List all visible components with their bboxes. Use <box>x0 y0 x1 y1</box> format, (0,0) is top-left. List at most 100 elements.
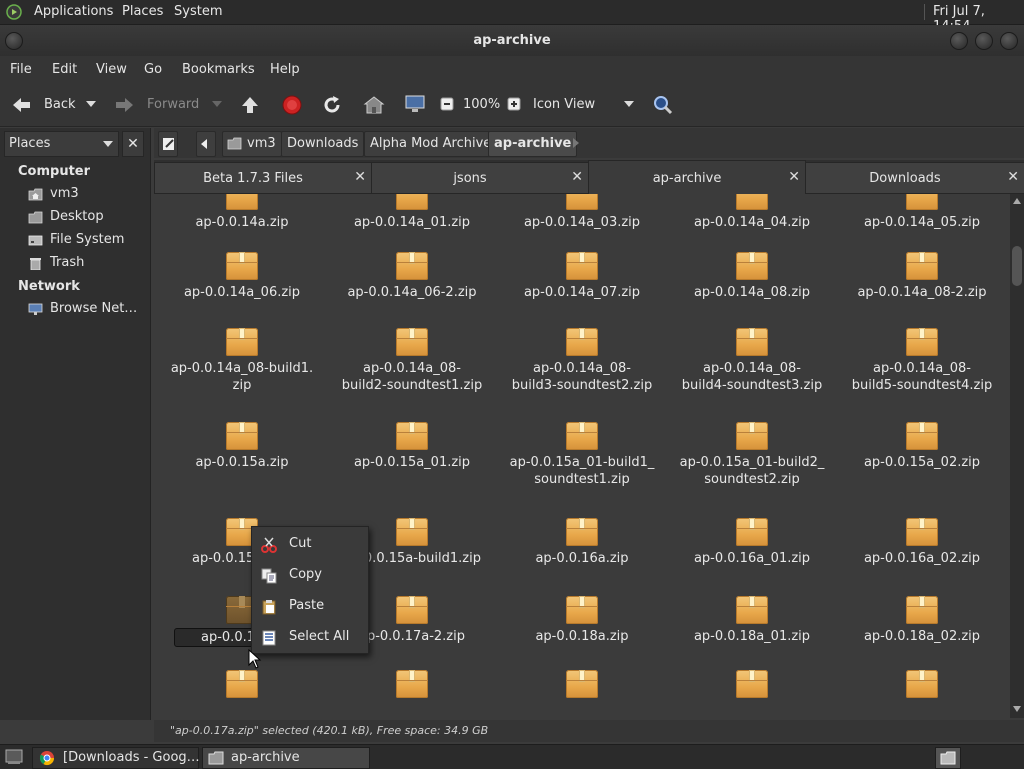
reload-icon[interactable] <box>322 95 342 115</box>
file-item[interactable]: ap-0.0.14a_03.zip <box>497 194 667 231</box>
file-item[interactable]: ap-0.0.14a_06-2.zip <box>327 248 497 301</box>
zoom-in-icon[interactable] <box>507 97 521 111</box>
package-icon <box>226 252 258 280</box>
toolbar: Back Forward 100% Icon View <box>0 84 1024 127</box>
breadcrumb-item-alpha-mod-archive[interactable]: Alpha Mod Archive <box>364 131 498 157</box>
file-item-partial[interactable] <box>497 666 667 698</box>
file-item[interactable]: ap-0.0.14a_08- build2-soundtest1.zip <box>327 324 497 394</box>
taskbar-item-ap-archive[interactable]: ap-archive <box>202 747 370 769</box>
file-item[interactable]: ap-0.0.14a_04.zip <box>667 194 837 231</box>
file-item[interactable]: ap-0.0.14a_08-build1. zip <box>157 324 327 394</box>
forward-history-dropdown-icon[interactable] <box>212 101 222 109</box>
package-icon <box>736 596 768 624</box>
forward-button[interactable]: Forward <box>112 92 224 118</box>
menu-bookmarks[interactable]: Bookmarks <box>182 62 255 77</box>
file-name: ap-0.0.16a.zip <box>535 551 629 566</box>
tab-downloads[interactable]: Downloads ✕ <box>805 162 1024 194</box>
file-item[interactable]: ap-0.0.14a.zip <box>157 194 327 231</box>
file-item[interactable]: ap-0.0.14a_06.zip <box>157 248 327 301</box>
network-icon <box>28 303 43 315</box>
file-item[interactable]: ap-0.0.14a_08.zip <box>667 248 837 301</box>
system-menu[interactable]: System <box>174 4 222 19</box>
file-item[interactable]: ap-0.0.16a.zip <box>497 514 667 567</box>
file-item[interactable]: ap-0.0.18a_01.zip <box>667 592 837 645</box>
file-item[interactable]: ap-0.0.15a_01-build1_ soundtest1.zip <box>497 418 667 488</box>
menu-item-cut[interactable]: Cut <box>252 530 368 558</box>
breadcrumb-item-vm3[interactable]: vm3 <box>222 131 282 157</box>
up-arrow-icon[interactable] <box>240 95 260 115</box>
maximize-button[interactable] <box>975 32 993 50</box>
taskbar-item-chrome[interactable]: [Downloads - Goog… <box>32 747 200 769</box>
applications-menu[interactable]: Applications <box>34 4 113 19</box>
file-item[interactable]: ap-0.0.18a_02.zip <box>837 592 1007 645</box>
scroll-up-icon[interactable] <box>1013 198 1021 204</box>
zoom-out-icon[interactable] <box>440 97 454 111</box>
edit-location-button[interactable] <box>158 131 178 157</box>
workspace-switcher[interactable] <box>935 747 961 769</box>
file-item[interactable]: ap-0.0.14a_08- build4-soundtest3.zip <box>667 324 837 394</box>
file-item[interactable]: ap-0.0.14a_07.zip <box>497 248 667 301</box>
back-history-dropdown-icon[interactable] <box>86 101 96 109</box>
menu-file[interactable]: File <box>10 62 32 77</box>
menu-item-select-all[interactable]: Select All <box>252 623 368 651</box>
taskbar-item-label: [Downloads - Goog… <box>63 750 200 765</box>
gnome-foot-icon[interactable] <box>6 4 22 20</box>
home-icon[interactable] <box>363 95 385 115</box>
zoom-level[interactable]: 100% <box>463 97 500 112</box>
file-item[interactable]: ap-0.0.15a.zip <box>157 418 327 471</box>
file-item[interactable]: ap-0.0.14a_05.zip <box>837 194 1007 231</box>
close-window-button[interactable] <box>1000 32 1018 50</box>
stop-icon[interactable] <box>282 95 302 115</box>
file-item[interactable]: ap-0.0.14a_08- build3-soundtest2.zip <box>497 324 667 394</box>
close-tab-icon[interactable]: ✕ <box>354 169 366 185</box>
chevron-left-icon <box>201 139 207 149</box>
window-titlebar[interactable]: ap-archive <box>0 25 1024 56</box>
chevron-right-icon[interactable] <box>572 138 580 148</box>
breadcrumb-item-ap-archive[interactable]: ap-archive <box>488 131 578 157</box>
file-item[interactable]: ap-0.0.16a_01.zip <box>667 514 837 567</box>
close-side-pane-button[interactable]: ✕ <box>122 131 144 157</box>
menu-edit[interactable]: Edit <box>52 62 77 77</box>
file-item[interactable]: ap-0.0.15a_01-build2_ soundtest2.zip <box>667 418 837 488</box>
package-icon <box>396 596 428 624</box>
vertical-scrollbar[interactable] <box>1010 194 1024 718</box>
computer-icon[interactable] <box>404 94 426 114</box>
menu-help[interactable]: Help <box>270 62 300 77</box>
side-pane-selector[interactable]: Places <box>4 131 119 157</box>
file-item-partial[interactable] <box>837 666 1007 698</box>
breadcrumb-item-downloads[interactable]: Downloads <box>281 131 365 157</box>
view-mode-select[interactable]: Icon View <box>528 92 638 118</box>
file-item[interactable]: ap-0.0.15a_01.zip <box>327 418 497 471</box>
scroll-down-icon[interactable] <box>1013 706 1021 712</box>
tab-beta-173-files[interactable]: Beta 1.7.3 Files ✕ <box>154 162 372 194</box>
close-tab-icon[interactable]: ✕ <box>1007 169 1019 185</box>
package-icon-wrap <box>905 324 939 356</box>
close-tab-icon[interactable]: ✕ <box>788 169 800 185</box>
places-menu[interactable]: Places <box>122 4 163 19</box>
file-item-partial[interactable] <box>667 666 837 698</box>
file-item[interactable]: ap-0.0.18a.zip <box>497 592 667 645</box>
package-icon <box>566 194 598 210</box>
tab-jsons[interactable]: jsons ✕ <box>371 162 589 194</box>
back-arrow-icon <box>13 98 30 112</box>
scrollbar-thumb[interactable] <box>1012 246 1022 286</box>
close-tab-icon[interactable]: ✕ <box>571 169 583 185</box>
menu-view[interactable]: View <box>96 62 127 77</box>
file-item-partial[interactable] <box>327 666 497 698</box>
file-item[interactable]: ap-0.0.16a_02.zip <box>837 514 1007 567</box>
file-item-partial[interactable] <box>157 666 327 698</box>
file-item[interactable]: ap-0.0.14a_08- build5-soundtest4.zip <box>837 324 1007 394</box>
show-desktop-icon[interactable] <box>5 749 23 765</box>
breadcrumb-left-button[interactable] <box>196 131 216 157</box>
file-item[interactable]: ap-0.0.14a_01.zip <box>327 194 497 231</box>
package-icon-wrap <box>735 418 769 450</box>
file-item[interactable]: ap-0.0.15a_02.zip <box>837 418 1007 471</box>
menu-go[interactable]: Go <box>144 62 162 77</box>
minimize-button[interactable] <box>950 32 968 50</box>
menu-item-paste[interactable]: Paste <box>252 592 368 620</box>
file-item[interactable]: ap-0.0.14a_08-2.zip <box>837 248 1007 301</box>
menu-item-copy[interactable]: Copy <box>252 561 368 589</box>
file-name: ap-0.0.18a.zip <box>535 629 629 644</box>
tab-ap-archive[interactable]: ap-archive ✕ <box>588 160 806 195</box>
search-icon[interactable] <box>652 94 674 116</box>
